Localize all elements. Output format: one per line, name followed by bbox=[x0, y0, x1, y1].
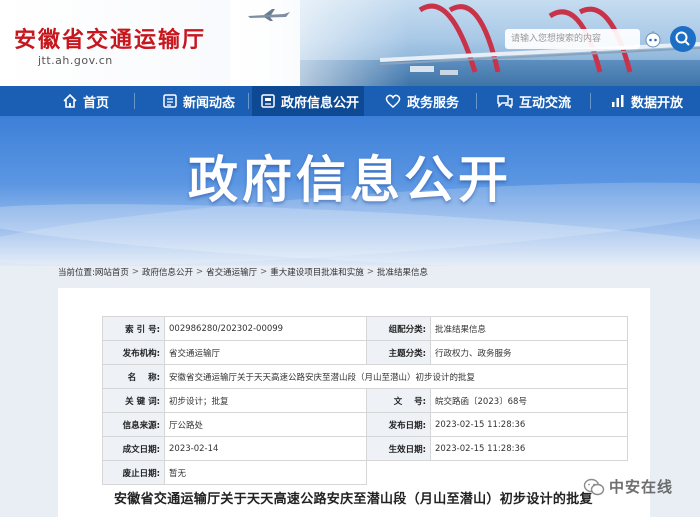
created-label: 成文日期: bbox=[102, 436, 165, 461]
breadcrumb-separator: > bbox=[196, 267, 204, 277]
nav-label: 政务服务 bbox=[407, 95, 460, 111]
publisher-value: 省交通运输厅 bbox=[164, 340, 367, 365]
nav-label: 新闻动态 bbox=[183, 95, 236, 111]
breadcrumb-prefix: 当前位置: bbox=[58, 268, 95, 278]
nav-item-interaction[interactable]: 互动交流 bbox=[496, 86, 571, 116]
robot-assistant-icon[interactable] bbox=[644, 30, 662, 48]
created-value: 2023-02-14 bbox=[164, 436, 367, 461]
breadcrumb-link[interactable]: 省交通运输厅 bbox=[206, 266, 257, 278]
main-nav: 首页 新闻动态 政府信息公开 政务服务 互动交流 数据开放 bbox=[0, 86, 700, 116]
bar-chart-icon bbox=[612, 95, 624, 107]
name-value: 安徽省交通运输厅关于天天高速公路安庆至潜山段（月山至潜山）初步设计的批复 bbox=[164, 364, 628, 389]
breadcrumb-link[interactable]: 政府信息公开 bbox=[142, 266, 193, 278]
topic-label: 主题分类: bbox=[366, 340, 431, 365]
table-row: 废止日期: 暂无 bbox=[102, 460, 628, 485]
airplane-icon bbox=[248, 9, 290, 21]
breadcrumb-link[interactable]: 批准结果信息 bbox=[377, 266, 428, 278]
empty-cell bbox=[367, 461, 431, 485]
heart-hand-icon bbox=[385, 94, 401, 108]
breadcrumb-link[interactable]: 网站首页 bbox=[95, 266, 129, 278]
site-header: 安徽省交通运输厅 jtt.ah.gov.cn 请输入您想搜索的内容 bbox=[0, 0, 700, 86]
nav-divider bbox=[248, 93, 249, 109]
name-label: 名 称: bbox=[102, 364, 165, 389]
nav-label: 数据开放 bbox=[631, 95, 684, 111]
table-row: 成文日期: 2023-02-14 生效日期: 2023-02-15 11:28:… bbox=[102, 436, 628, 461]
docno-value: 皖交路函〔2023〕68号 bbox=[430, 388, 628, 413]
publisher-label: 发布机构: bbox=[102, 340, 165, 365]
home-icon bbox=[63, 93, 77, 108]
nav-item-services[interactable]: 政务服务 bbox=[384, 86, 459, 116]
nav-label: 政府信息公开 bbox=[281, 95, 360, 111]
nav-label: 互动交流 bbox=[519, 95, 572, 111]
abolish-label: 废止日期: bbox=[102, 460, 165, 485]
category-label: 组配分类: bbox=[366, 316, 431, 341]
abolish-value: 暂无 bbox=[164, 460, 367, 485]
watermark: 中安在线 bbox=[583, 476, 673, 497]
news-icon bbox=[163, 94, 177, 108]
breadcrumb-separator: > bbox=[131, 267, 140, 277]
metadata-table: 索 引 号: 002986280/202302-00099 组配分类: 批准结果… bbox=[102, 316, 628, 485]
document-title: 安徽省交通运输厅关于天天高速公路安庆至潜山段（月山至潜山）初步设计的批复 bbox=[114, 492, 593, 507]
content-card: 索 引 号: 002986280/202302-00099 组配分类: 批准结果… bbox=[58, 288, 650, 517]
nav-item-info-disclosure[interactable]: 政府信息公开 bbox=[252, 86, 364, 116]
topic-value: 行政权力、政务服务 bbox=[430, 340, 628, 365]
hero-title: 政府信息公开 bbox=[188, 151, 512, 209]
effective-value: 2023-02-15 11:28:36 bbox=[430, 436, 628, 461]
search-icon bbox=[675, 31, 690, 46]
nav-item-open-data[interactable]: 数据开放 bbox=[610, 86, 683, 116]
site-url: jtt.ah.gov.cn bbox=[38, 54, 113, 67]
nav-divider bbox=[134, 93, 135, 109]
breadcrumb: 当前位置: 网站首页 > 政府信息公开 > 省交通运输厅 > 重大建设项目批准和… bbox=[58, 265, 428, 279]
nav-item-home[interactable]: 首页 bbox=[62, 86, 109, 116]
keywords-value: 初步设计；批复 bbox=[164, 388, 367, 413]
docno-label: 文 号: bbox=[366, 388, 431, 413]
table-row: 信息来源: 厅公路处 发布日期: 2023-02-15 11:28:36 bbox=[102, 412, 628, 437]
table-row: 索 引 号: 002986280/202302-00099 组配分类: 批准结果… bbox=[102, 316, 628, 341]
pubdate-label: 发布日期: bbox=[366, 412, 431, 437]
table-row: 名 称: 安徽省交通运输厅关于天天高速公路安庆至潜山段（月山至潜山）初步设计的批… bbox=[102, 364, 628, 389]
source-value: 厅公路处 bbox=[164, 412, 367, 437]
nav-label: 首页 bbox=[83, 95, 110, 111]
nav-item-news[interactable]: 新闻动态 bbox=[162, 86, 235, 116]
category-value: 批准结果信息 bbox=[430, 316, 628, 341]
nav-divider bbox=[476, 93, 477, 109]
nav-divider bbox=[590, 93, 591, 109]
table-row: 发布机构: 省交通运输厅 主题分类: 行政权力、政务服务 bbox=[102, 340, 628, 365]
effective-label: 生效日期: bbox=[366, 436, 431, 461]
hero-banner: 政府信息公开 bbox=[0, 116, 700, 266]
index-label: 索 引 号: bbox=[102, 316, 165, 341]
search-button[interactable] bbox=[670, 26, 696, 52]
search-input[interactable]: 请输入您想搜索的内容 bbox=[505, 29, 640, 49]
breadcrumb-link[interactable]: 重大建设项目批准和实施 bbox=[270, 266, 364, 278]
chat-icon bbox=[497, 95, 513, 109]
watermark-text: 中安在线 bbox=[609, 478, 674, 496]
keywords-label: 关 键 词: bbox=[102, 388, 165, 413]
source-label: 信息来源: bbox=[102, 412, 165, 437]
table-row: 关 键 词: 初步设计；批复 文 号: 皖交路函〔2023〕68号 bbox=[102, 388, 628, 413]
breadcrumb-separator: > bbox=[366, 267, 374, 277]
site-title[interactable]: 安徽省交通运输厅 bbox=[14, 22, 206, 54]
breadcrumb-separator: > bbox=[260, 267, 268, 277]
index-value: 002986280/202302-00099 bbox=[164, 316, 367, 341]
pubdate-value: 2023-02-15 11:28:36 bbox=[430, 412, 628, 437]
wechat-icon bbox=[583, 478, 605, 495]
info-disclosure-icon bbox=[261, 94, 275, 108]
